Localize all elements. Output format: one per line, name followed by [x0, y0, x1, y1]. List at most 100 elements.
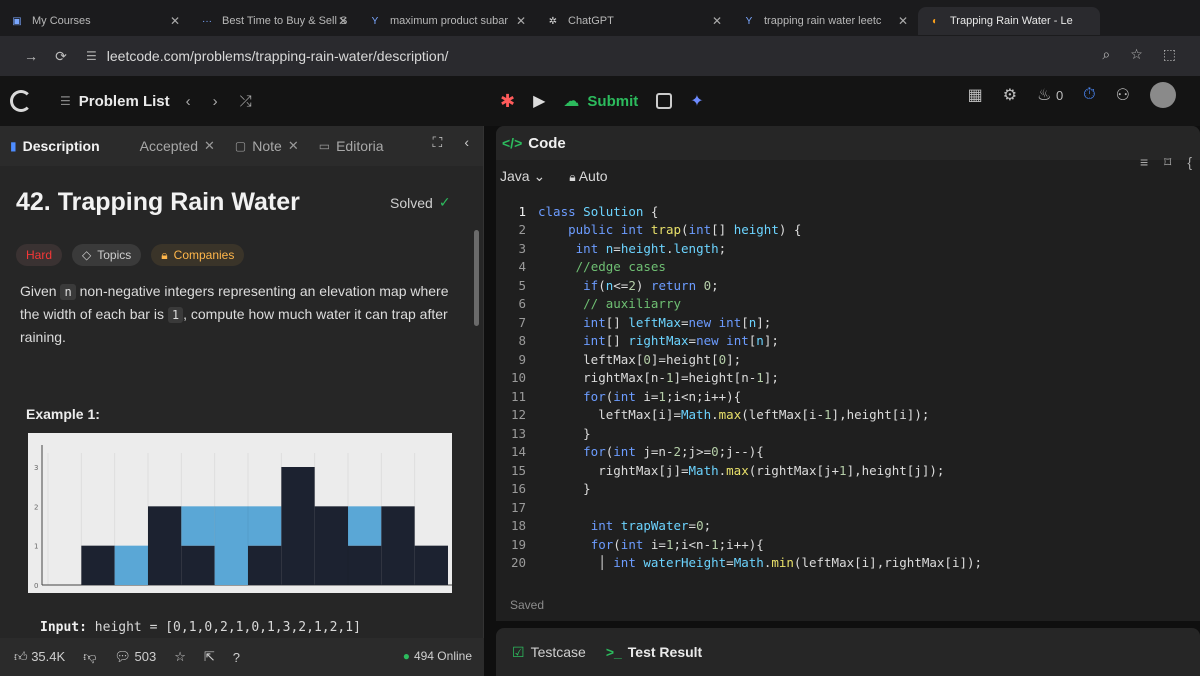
topics-badge[interactable]: ◇ Topics — [72, 244, 142, 266]
line-number: 1 — [518, 203, 526, 219]
code-line[interactable]: 3 int n=height.length; — [496, 239, 1200, 258]
code-line[interactable]: 4 //edge cases — [496, 258, 1200, 277]
comments-button[interactable]: 💬︎ 503 — [114, 649, 156, 665]
save-status: Saved — [510, 598, 545, 612]
site-settings-icon[interactable]: ☰ — [86, 49, 97, 63]
tab-editorial[interactable]: ▭ Editoria — [319, 138, 384, 154]
browser-tab-chatgpt[interactable]: ✲ ChatGPT ✕ — [536, 7, 732, 35]
companies-label: Companies — [173, 248, 235, 262]
help-icon[interactable]: ? — [233, 650, 240, 665]
auto-mode-toggle[interactable]: 🔒︎ Auto — [569, 168, 607, 185]
tab-description[interactable]: ▮ Description — [10, 138, 100, 154]
code-line[interactable]: 18 int trapWater=0; — [496, 517, 1200, 536]
collapse-chevron-icon[interactable]: ‹ — [464, 134, 469, 151]
code-line[interactable]: 7 int[] leftMax=new int[n]; — [496, 313, 1200, 332]
browser-tab-trapping-leetcode[interactable]: ◐ Trapping Rain Water - Le — [918, 7, 1100, 35]
shuffle-icon[interactable]: ⤮ — [240, 93, 252, 110]
code-line[interactable]: 2 public int trap(int[] height) { — [496, 221, 1200, 240]
code-line[interactable]: 13 } — [496, 424, 1200, 443]
code-line[interactable]: 1 class Solution { — [496, 202, 1200, 221]
close-tab-icon[interactable]: ✕ — [288, 138, 299, 154]
tab-close-icon[interactable]: ✕ — [712, 14, 722, 28]
language-label: Java — [500, 168, 530, 184]
submit-button[interactable]: ☁ Submit — [563, 91, 638, 111]
tab-favicon-icon: ✲ — [548, 15, 558, 27]
tab-close-icon[interactable]: ✕ — [338, 14, 348, 28]
bookmark-icon[interactable]: ⌑ — [1164, 154, 1171, 171]
code-line[interactable]: 14 for(int j=n-2;j>=0;j--){ — [496, 443, 1200, 462]
browser-tab-trapping-search[interactable]: Y trapping rain water leetc ✕ — [732, 7, 918, 35]
desc-text: Given — [20, 283, 61, 299]
cloud-upload-icon: ☁ — [563, 93, 580, 110]
code-text: //edge cases — [575, 259, 666, 275]
settings-gear-icon[interactable]: ⚙ — [1003, 85, 1017, 105]
debug-icon[interactable]: ✱ — [500, 91, 515, 112]
share-icon[interactable]: ⇱ — [204, 649, 215, 665]
browser-tab-my-courses[interactable]: ▣ My Courses ✕ — [0, 7, 190, 35]
tab-favicon-icon: Y — [745, 15, 753, 27]
browser-tab-bar: ▣ My Courses ✕ ··· Best Time to Buy & Se… — [0, 0, 1200, 36]
avatar[interactable] — [1150, 82, 1176, 108]
code-line[interactable]: 16 } — [496, 480, 1200, 499]
tab-accepted[interactable]: Accepted ✕ — [140, 138, 215, 154]
tab-close-icon[interactable]: ✕ — [898, 14, 908, 28]
tab-test-result[interactable]: >_ Test Result — [606, 644, 702, 660]
lock-icon: 🔒︎ — [569, 170, 576, 184]
code-line[interactable]: 20 │ int waterHeight=Math.min(leftMax[i]… — [496, 554, 1200, 573]
run-button[interactable]: ▶ — [533, 91, 545, 111]
tab-testcase[interactable]: ☑ Testcase — [512, 644, 586, 661]
forward-arrow-icon[interactable]: → — [16, 48, 46, 64]
prev-problem-icon[interactable]: ‹ — [186, 93, 191, 110]
line-number: 19 — [510, 536, 526, 552]
browser-tab-max-product[interactable]: Y maximum product subar ✕ — [358, 7, 536, 35]
leetcode-logo-icon[interactable] — [10, 90, 32, 112]
streak-flame-icon[interactable]: ♨ 0 — [1037, 85, 1063, 105]
close-tab-icon[interactable]: ✕ — [204, 138, 215, 154]
code-tab[interactable]: </> Code — [502, 135, 566, 152]
extensions-icon[interactable]: ⬚ — [1163, 46, 1176, 63]
add-friend-icon[interactable]: ⚇ — [1116, 85, 1130, 105]
solved-label: Solved — [390, 194, 433, 211]
code-line[interactable]: 6 // auxiliarry — [496, 295, 1200, 314]
timer-icon[interactable]: ⏱ — [1083, 86, 1095, 104]
layout-grid-icon[interactable]: ▦ — [968, 85, 983, 105]
companies-badge[interactable]: 🔒︎ Companies — [151, 244, 245, 266]
browser-tab-best-time[interactable]: ··· Best Time to Buy & Sell S ✕ — [190, 7, 358, 35]
code-line[interactable]: 8 int[] rightMax=new int[n]; — [496, 332, 1200, 351]
code-line[interactable]: 11 for(int i=1;i<n;i++){ — [496, 387, 1200, 406]
like-button[interactable]: 👍︎ 35.4K — [14, 649, 65, 665]
brace-icon[interactable]: { — [1187, 154, 1192, 171]
fullscreen-icon[interactable]: ⛶ — [433, 134, 443, 151]
next-problem-icon[interactable]: › — [213, 93, 218, 110]
tab-note[interactable]: ▢ Note ✕ — [235, 138, 299, 154]
code-line[interactable]: 19 for(int i=1;i<n-1;i++){ — [496, 535, 1200, 554]
zoom-icon[interactable]: ⌕ — [1102, 46, 1110, 63]
code-text: rightMax[j]=Math.max(rightMax[j+1],heigh… — [538, 462, 945, 478]
code-line[interactable]: 17 — [496, 498, 1200, 517]
solved-status: Solved ✓ — [390, 194, 451, 211]
code-editor[interactable]: 1 class Solution {2 public int trap(int[]… — [496, 202, 1200, 582]
notes-icon[interactable] — [656, 93, 673, 109]
reload-icon[interactable]: ⟳ — [46, 48, 76, 65]
dislike-button[interactable]: 👎︎ — [83, 649, 96, 665]
ai-sparkle-icon[interactable]: ✦ — [690, 91, 703, 111]
tab-close-icon[interactable]: ✕ — [170, 14, 180, 28]
code-line[interactable]: 5 if(n<=2) return 0; — [496, 276, 1200, 295]
code-line[interactable]: 15 rightMax[j]=Math.max(rightMax[j+1],he… — [496, 461, 1200, 480]
terminal-icon: >_ — [605, 644, 622, 660]
language-select[interactable]: Java ⌄ — [500, 168, 545, 185]
bookmark-star-icon[interactable]: ☆ — [1130, 46, 1143, 63]
tab-favicon-icon: Y — [371, 15, 379, 27]
problem-list-link[interactable]: Problem List — [79, 93, 170, 110]
left-scrollbar[interactable] — [474, 230, 479, 326]
code-line[interactable]: 10 rightMax[n-1]=height[n-1]; — [496, 369, 1200, 388]
tab-close-icon[interactable]: ✕ — [516, 14, 526, 28]
favorite-star-icon[interactable]: ☆ — [174, 649, 186, 665]
code-line[interactable]: 9 leftMax[0]=height[0]; — [496, 350, 1200, 369]
code-brackets-icon: </> — [502, 135, 523, 151]
y-tick-label: 0 — [34, 582, 38, 590]
url-field[interactable]: ☰ leetcode.com/problems/trapping-rain-wa… — [86, 48, 448, 64]
format-icon[interactable]: ≡ — [1140, 154, 1148, 171]
code-line[interactable]: 12 leftMax[i]=Math.max(leftMax[i-1],heig… — [496, 406, 1200, 425]
desc-code-one: 1 — [167, 307, 184, 323]
